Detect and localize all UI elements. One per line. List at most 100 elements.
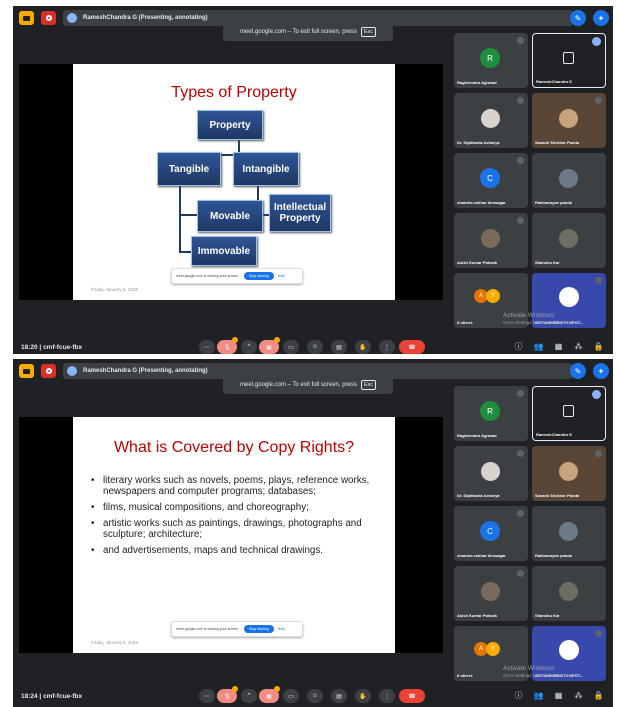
presentation-stage: What is Covered by Copy Rights? literary… bbox=[19, 417, 443, 653]
camera-off-icon[interactable]: ▣ bbox=[259, 686, 280, 703]
captions-icon[interactable]: ▤ bbox=[331, 689, 347, 703]
emoji-icon[interactable]: ☺ bbox=[307, 689, 323, 703]
participant-name: 8 others bbox=[457, 673, 473, 678]
participant-name: chandra sekhar bhosagar bbox=[457, 200, 506, 205]
people-icon[interactable]: 👥 bbox=[533, 690, 544, 701]
participant-tile[interactable]: Asish Kumar Patnaik bbox=[454, 566, 528, 621]
more-options-icon[interactable]: ⋮ bbox=[379, 340, 395, 354]
sparkle-icon[interactable]: ✦ bbox=[593, 10, 609, 26]
watermark-title: Activate Windows bbox=[503, 312, 555, 319]
muted-icon bbox=[595, 277, 602, 284]
participant-tile[interactable]: Sitanshu Kar bbox=[532, 213, 606, 268]
participant-tile[interactable]: Dr. Diptikanta Acharya bbox=[454, 446, 528, 501]
hide-button[interactable]: Hide bbox=[278, 274, 285, 278]
participant-name: RameshChandra G bbox=[536, 432, 573, 437]
participant-tile[interactable]: R Raghvendra Agrawal bbox=[454, 386, 528, 441]
participant-tile[interactable]: Rabinarayan panda bbox=[532, 153, 606, 208]
participant-name: Sitanshu Kar bbox=[535, 613, 560, 618]
lock-icon[interactable]: 🔒 bbox=[593, 690, 604, 701]
activities-icon[interactable]: ⁂ bbox=[573, 690, 584, 701]
fullscreen-notice-text: meet.google.com – To exit full screen, p… bbox=[239, 381, 357, 388]
presenter-label: RameshChandra G (Presenting, annotating) bbox=[83, 368, 208, 374]
more-options-icon[interactable]: ⋮ bbox=[379, 689, 395, 703]
activate-windows-watermark: Activate Windows Go to Settings to activ… bbox=[503, 312, 574, 326]
avatar: Y bbox=[486, 642, 500, 656]
chat-icon[interactable]: ▦ bbox=[553, 690, 564, 701]
files-icon[interactable] bbox=[19, 364, 34, 378]
info-icon[interactable]: ⓘ bbox=[513, 341, 524, 352]
muted-icon bbox=[595, 97, 602, 104]
fullscreen-notice-text: meet.google.com – To exit full screen, p… bbox=[239, 28, 357, 35]
activities-icon[interactable]: ⁂ bbox=[573, 341, 584, 352]
info-icon[interactable]: ⓘ bbox=[513, 690, 524, 701]
more-audio-icon[interactable]: ⋯ bbox=[199, 340, 215, 354]
muted-icon bbox=[595, 450, 602, 457]
video-feed bbox=[559, 169, 578, 188]
video-feed bbox=[481, 229, 500, 248]
pen-icon[interactable]: ✎ bbox=[570, 10, 586, 26]
participant-tile[interactable]: RameshChandra G bbox=[532, 386, 606, 441]
camera-off-icon[interactable]: ▣ bbox=[259, 337, 280, 354]
participant-tile[interactable]: Sasank Shekhar Panda bbox=[532, 93, 606, 148]
diagram-box-intangible: Intangible bbox=[233, 152, 299, 186]
university-logo bbox=[559, 287, 579, 307]
chevron-up-icon[interactable]: ^ bbox=[241, 340, 257, 354]
record-icon[interactable] bbox=[41, 11, 56, 25]
bottom-bar: 18:20 | cmf-fcue-fbx ⋯ 🎙 ^ ▣ ▭ ☺ ▤ ✋ ⋮ ☎… bbox=[13, 337, 613, 354]
participant-name: Rabinarayan panda bbox=[535, 200, 572, 205]
raise-hand-icon[interactable]: ✋ bbox=[355, 689, 371, 703]
end-call-icon[interactable]: ☎ bbox=[399, 689, 425, 703]
lock-icon[interactable]: 🔒 bbox=[593, 341, 604, 352]
participant-tile[interactable]: Asish Kumar Patnaik bbox=[454, 213, 528, 268]
participant-tile[interactable]: Sitanshu Kar bbox=[532, 566, 606, 621]
diagram-box-tangible: Tangible bbox=[157, 152, 221, 186]
files-icon[interactable] bbox=[19, 11, 34, 25]
stop-sharing-button[interactable]: Stop sharing bbox=[244, 625, 274, 633]
stop-sharing-button[interactable]: Stop sharing bbox=[244, 272, 274, 280]
diagram-box-property: Property bbox=[197, 110, 263, 140]
present-icon[interactable]: ▭ bbox=[283, 689, 299, 703]
participant-tile[interactable]: Dr. Diptikanta Acharya bbox=[454, 93, 528, 148]
mic-off-icon[interactable]: 🎙 bbox=[217, 686, 238, 703]
participant-tile[interactable]: RameshChandra G bbox=[532, 33, 606, 88]
record-icon[interactable] bbox=[41, 364, 56, 378]
bullet-item: literary works such as novels, poems, pl… bbox=[91, 475, 387, 497]
muted-icon bbox=[595, 630, 602, 637]
pen-icon[interactable]: ✎ bbox=[570, 363, 586, 379]
participant-tile[interactable]: R Raghvendra Agrawal bbox=[454, 33, 528, 88]
chevron-up-icon[interactable]: ^ bbox=[241, 689, 257, 703]
video-feed bbox=[559, 109, 578, 128]
bullet-list: literary works such as novels, poems, pl… bbox=[91, 475, 387, 561]
participant-name: Raghvendra Agrawal bbox=[457, 433, 497, 438]
share-bar: meet.google.com is sharing your screen. … bbox=[171, 621, 303, 637]
fullscreen-notice: meet.google.com – To exit full screen, p… bbox=[223, 22, 393, 41]
mic-off-icon[interactable]: 🎙 bbox=[217, 337, 238, 354]
participant-tile[interactable]: C chandra sekhar bhosagar bbox=[454, 153, 528, 208]
present-icon[interactable]: ▭ bbox=[283, 340, 299, 354]
connector-line bbox=[179, 214, 197, 216]
share-message: meet.google.com is sharing your screen. bbox=[176, 627, 240, 631]
slide: What is Covered by Copy Rights? literary… bbox=[73, 417, 395, 653]
participant-tile[interactable]: Sasank Shekhar Panda bbox=[532, 446, 606, 501]
meeting-time: 18:20 | cmf-fcue-fbx bbox=[21, 344, 83, 351]
hide-button[interactable]: Hide bbox=[278, 627, 285, 631]
sparkle-icon[interactable]: ✦ bbox=[593, 363, 609, 379]
meeting-code: cmf-fcue-fbx bbox=[43, 693, 83, 700]
slide-title: Types of Property bbox=[171, 84, 297, 101]
captions-icon[interactable]: ▤ bbox=[331, 340, 347, 354]
muted-icon bbox=[517, 157, 524, 164]
connector-line bbox=[179, 184, 181, 252]
bullet-item: and advertisements, maps and technical d… bbox=[91, 545, 387, 556]
muted-icon bbox=[517, 37, 524, 44]
end-call-icon[interactable]: ☎ bbox=[399, 340, 425, 354]
raise-hand-icon[interactable]: ✋ bbox=[355, 340, 371, 354]
participant-tile[interactable]: Rabinarayan panda bbox=[532, 506, 606, 561]
people-icon[interactable]: 👥 bbox=[533, 341, 544, 352]
connector-line bbox=[179, 251, 191, 253]
more-audio-icon[interactable]: ⋯ bbox=[199, 689, 215, 703]
chat-icon[interactable]: ▦ bbox=[553, 341, 564, 352]
participant-name: Sitanshu Kar bbox=[535, 260, 560, 265]
avatar: C bbox=[480, 521, 500, 541]
participant-tile[interactable]: C chandra sekhar bhosagar bbox=[454, 506, 528, 561]
emoji-icon[interactable]: ☺ bbox=[307, 340, 323, 354]
